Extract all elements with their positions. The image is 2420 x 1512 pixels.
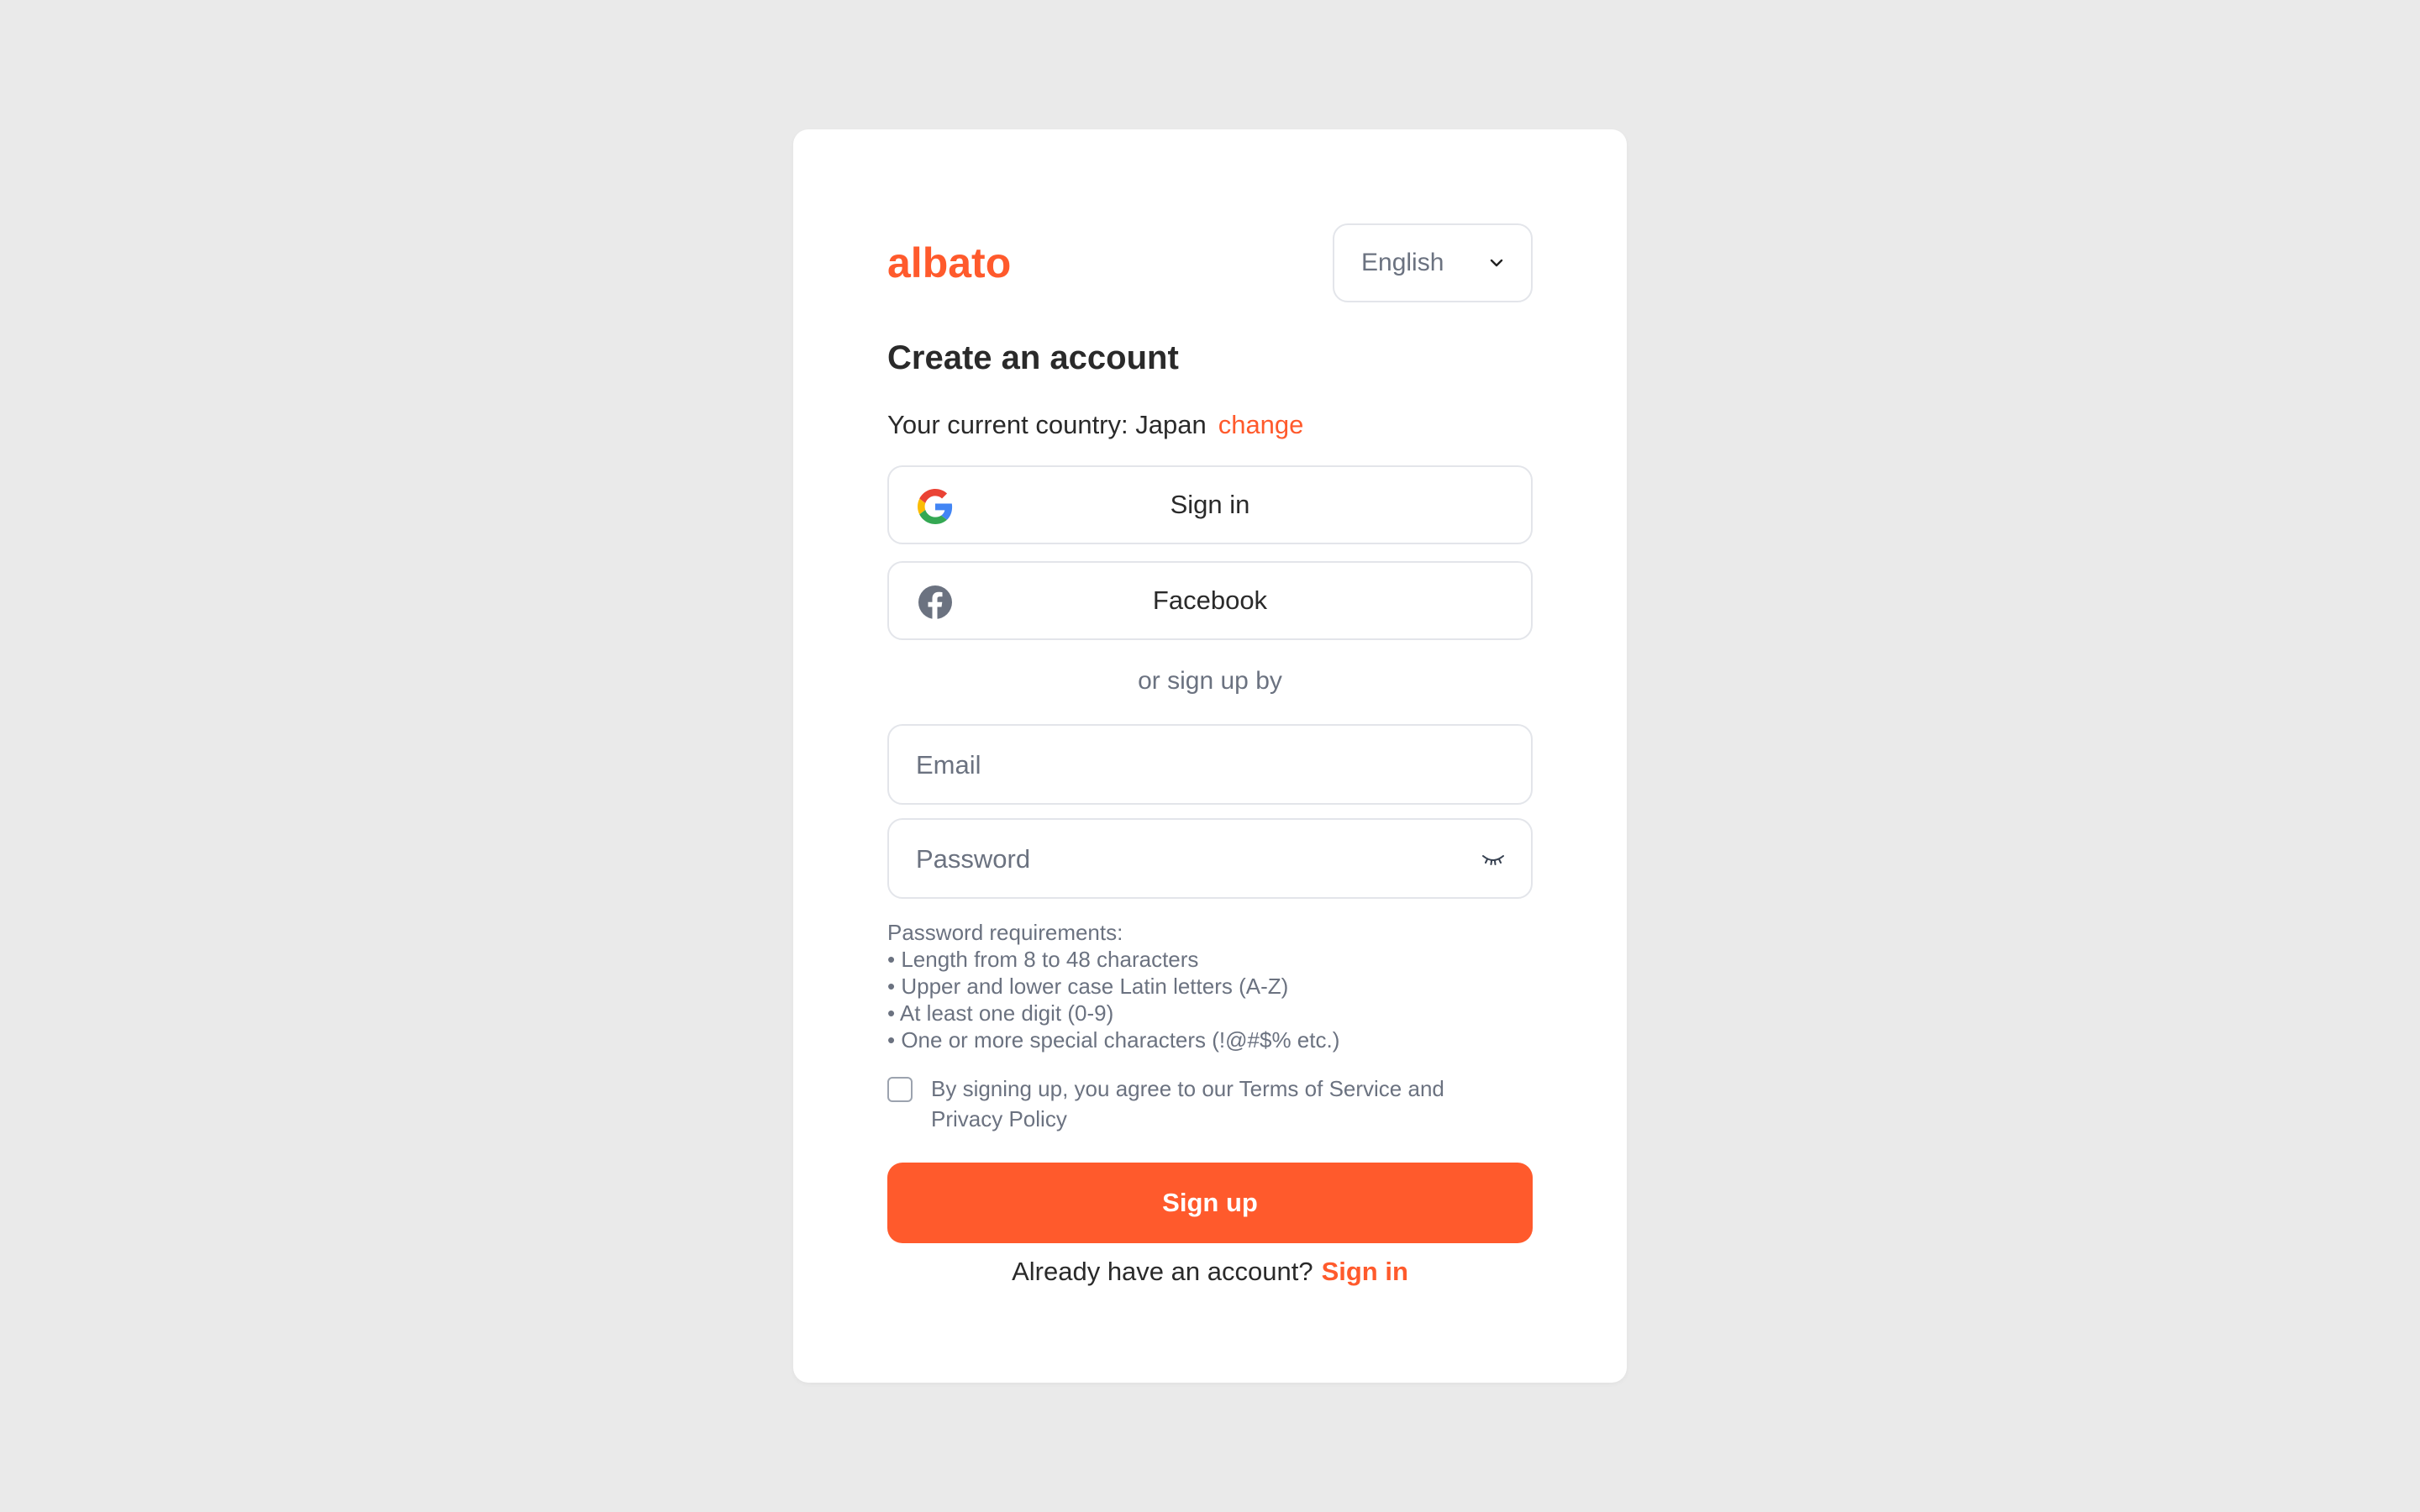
signin-link[interactable]: Sign in (1322, 1257, 1408, 1286)
google-icon (918, 489, 953, 524)
facebook-signin-button[interactable]: Facebook (887, 561, 1533, 640)
signup-form: albato English Create an account Your cu… (887, 129, 1533, 1383)
page-title: Create an account (887, 339, 1179, 376)
facebook-signin-label: Facebook (1152, 585, 1268, 615)
requirements-heading: Password requirements: (887, 920, 1123, 945)
terms-checkbox[interactable] (887, 1077, 913, 1102)
password-field (887, 818, 1533, 899)
chevron-down-icon (1490, 259, 1503, 267)
requirement-item: • Length from 8 to 48 characters (887, 947, 1199, 972)
email-field (887, 724, 1533, 805)
google-signin-button[interactable]: Sign in (887, 465, 1533, 544)
email-input[interactable] (914, 726, 1455, 805)
terms-agreement: By signing up, you agree to our Terms of… (887, 1074, 1533, 1134)
albato-logo: albato (887, 244, 1011, 284)
signup-button[interactable]: Sign up (887, 1163, 1533, 1243)
eye-closed-icon[interactable] (1481, 848, 1506, 870)
password-input[interactable] (914, 820, 1455, 899)
country-label: Your current country: Japan (887, 410, 1207, 439)
language-selected: English (1361, 249, 1444, 276)
terms-of-service-link[interactable]: Terms of Service (1239, 1076, 1402, 1101)
requirement-item: • At least one digit (0-9) (887, 1000, 1114, 1026)
password-requirements: Password requirements: • Length from 8 t… (887, 919, 1533, 1053)
signup-card: albato English Create an account Your cu… (793, 129, 1627, 1383)
facebook-icon (918, 585, 952, 620)
change-country-link[interactable]: change (1218, 410, 1304, 440)
header-row: albato English (887, 223, 1533, 304)
already-account-text: Already have an account? (1012, 1257, 1313, 1286)
terms-text: By signing up, you agree to our Terms of… (931, 1074, 1519, 1134)
terms-and: and (1402, 1076, 1444, 1101)
requirement-item: • Upper and lower case Latin letters (A-… (887, 974, 1289, 999)
requirement-item: • One or more special characters (!@#$% … (887, 1027, 1340, 1053)
language-select[interactable]: English (1333, 223, 1533, 302)
divider-text: or sign up by (1138, 667, 1282, 695)
svg-text:albato: albato (887, 244, 1011, 284)
terms-prefix: By signing up, you agree to our (931, 1076, 1239, 1101)
already-account-line: Already have an account? Sign in (887, 1257, 1533, 1287)
country-line: Your current country: Japan change (887, 410, 1303, 440)
google-signin-label: Sign in (1170, 490, 1250, 519)
privacy-policy-link[interactable]: Privacy Policy (931, 1106, 1067, 1131)
